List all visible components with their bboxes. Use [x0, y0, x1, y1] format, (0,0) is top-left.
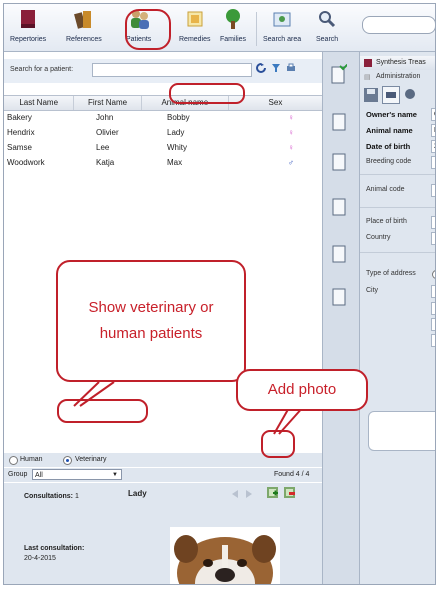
photo-callout: Add photo [236, 369, 368, 411]
app-window: Repertories References Patients Remedies… [3, 3, 436, 585]
mode-callout: Show veterinary or human patients [56, 260, 246, 382]
